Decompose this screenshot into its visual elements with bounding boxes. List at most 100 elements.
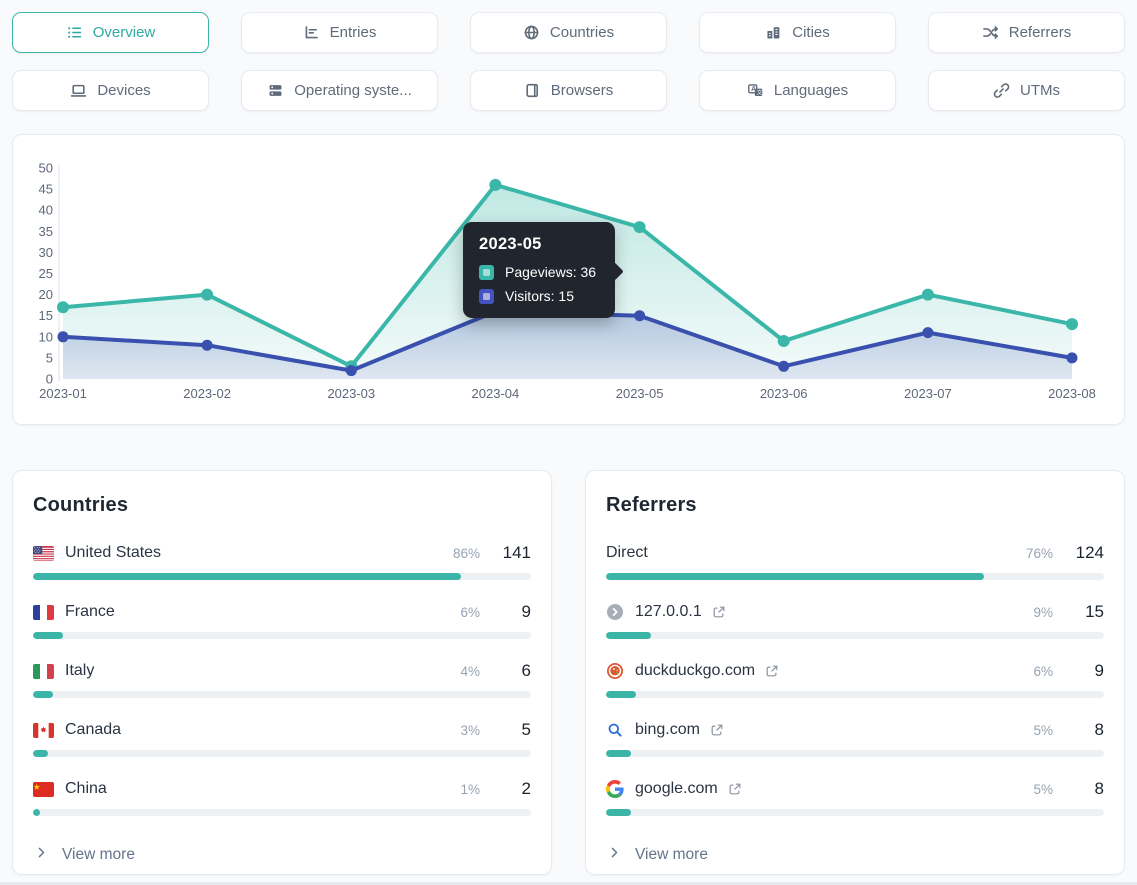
- row-count: 8: [1072, 779, 1104, 799]
- row-progress-fill: [606, 573, 984, 580]
- tab-referrers[interactable]: Referrers: [928, 12, 1125, 53]
- tab-devices[interactable]: Devices: [12, 70, 209, 111]
- tab-label: Browsers: [551, 82, 614, 99]
- row-progress-track: [606, 691, 1104, 698]
- referrer-row: google.com5%8: [606, 779, 1104, 816]
- row-percent: 86%: [453, 546, 480, 561]
- referrer-row: Direct76%124: [606, 543, 1104, 580]
- svg-text:2023-07: 2023-07: [904, 386, 952, 401]
- row-progress-fill: [33, 691, 53, 698]
- tab-countries[interactable]: Countries: [470, 12, 667, 53]
- svg-text:2023-06: 2023-06: [760, 386, 808, 401]
- country-row: China1%2: [33, 779, 531, 816]
- row-count: 141: [499, 543, 531, 563]
- row-progress-fill: [606, 750, 631, 757]
- svg-text:35: 35: [39, 224, 53, 239]
- row-label: United States: [65, 544, 161, 562]
- analytics-page: OverviewEntriesCountriesCitiesReferrers …: [0, 0, 1137, 885]
- tab-label: Entries: [330, 24, 377, 41]
- chart-tooltip: 2023-05 Pageviews: 36Visitors: 15: [463, 222, 615, 318]
- svg-text:5: 5: [46, 350, 53, 365]
- external-link-icon[interactable]: [728, 782, 742, 796]
- row-count: 124: [1072, 543, 1104, 563]
- svg-text:2023-01: 2023-01: [39, 386, 87, 401]
- external-link-icon[interactable]: [765, 664, 779, 678]
- china-flag-icon: [33, 782, 54, 797]
- tab-row-2: Devices Operating syste... Browsers A文Langu…: [12, 70, 1125, 111]
- countries-card-title: Countries: [33, 494, 531, 517]
- countries-icon: [523, 24, 540, 41]
- referrer-row: 127.0.0.19%15: [606, 602, 1104, 639]
- row-progress-fill: [606, 632, 651, 639]
- svg-text:2023-08: 2023-08: [1048, 386, 1096, 401]
- row-progress-fill: [606, 809, 631, 816]
- countries-view-more-link[interactable]: View more: [33, 846, 531, 864]
- view-more-label: View more: [62, 846, 135, 864]
- svg-text:2023-03: 2023-03: [327, 386, 375, 401]
- tab-label: Countries: [550, 24, 614, 41]
- row-progress-fill: [33, 632, 63, 639]
- tab-utms[interactable]: UTMs: [928, 70, 1125, 111]
- tooltip-title: 2023-05: [479, 235, 599, 254]
- svg-text:50: 50: [39, 161, 53, 176]
- browsers-icon: [524, 82, 541, 99]
- tab-cities[interactable]: Cities: [699, 12, 896, 53]
- google-favicon-icon: [606, 780, 624, 798]
- tab-label: Referrers: [1009, 24, 1072, 41]
- duckduckgo-favicon-icon: [606, 662, 624, 680]
- row-label: France: [65, 603, 115, 621]
- tab-languages[interactable]: A文Languages: [699, 70, 896, 111]
- pageviews-swatch-icon: [479, 265, 494, 280]
- tab-label: UTMs: [1020, 82, 1060, 99]
- svg-text:2023-05: 2023-05: [616, 386, 664, 401]
- row-label: bing.com: [635, 721, 700, 739]
- visitors-swatch-icon: [479, 289, 494, 304]
- tab-browsers[interactable]: Browsers: [470, 70, 667, 111]
- bing-favicon-icon: [606, 721, 624, 739]
- referrer-row: bing.com5%8: [606, 720, 1104, 757]
- svg-text:30: 30: [39, 245, 53, 260]
- referrers-view-more-link[interactable]: View more: [606, 846, 1104, 864]
- row-progress-track: [33, 750, 531, 757]
- tab-operating-systems[interactable]: Operating syste...: [241, 70, 438, 111]
- row-percent: 4%: [460, 664, 480, 679]
- svg-text:2023-04: 2023-04: [472, 386, 520, 401]
- chevron-right-icon: [608, 846, 621, 864]
- tab-row-1: Overview Entries Countries Cities Referrers: [12, 12, 1125, 53]
- row-progress-track: [606, 750, 1104, 757]
- utms-icon: [993, 82, 1010, 99]
- tab-label: Languages: [774, 82, 848, 99]
- external-link-icon[interactable]: [710, 723, 724, 737]
- svg-text:2023-02: 2023-02: [183, 386, 231, 401]
- italy-flag-icon: [33, 664, 54, 679]
- row-progress-track: [606, 573, 1104, 580]
- country-row: France6%9: [33, 602, 531, 639]
- external-link-icon[interactable]: [712, 605, 726, 619]
- row-percent: 76%: [1026, 546, 1053, 561]
- referrer-row: duckduckgo.com6%9: [606, 661, 1104, 698]
- tab-overview[interactable]: Overview: [12, 12, 209, 53]
- row-progress-fill: [606, 691, 636, 698]
- row-progress-track: [33, 632, 531, 639]
- row-percent: 9%: [1033, 605, 1053, 620]
- row-count: 9: [499, 602, 531, 622]
- row-progress-track: [33, 573, 531, 580]
- row-label: Italy: [65, 662, 94, 680]
- svg-text:25: 25: [39, 266, 53, 281]
- default-favicon-icon: [606, 603, 624, 621]
- row-label: google.com: [635, 780, 718, 798]
- overview-icon: [66, 24, 83, 41]
- tooltip-series-row: Pageviews: 36: [479, 264, 599, 280]
- row-count: 15: [1072, 602, 1104, 622]
- stat-cards: Countries United States86%141France6%9It…: [12, 470, 1125, 875]
- tooltip-series-label: Pageviews: 36: [505, 264, 596, 280]
- tab-entries[interactable]: Entries: [241, 12, 438, 53]
- row-progress-fill: [33, 809, 40, 816]
- country-row: United States 86% 141: [33, 543, 531, 580]
- row-label: Canada: [65, 721, 121, 739]
- overview-chart-card: 051015202530354045502023-012023-022023-0…: [12, 134, 1125, 425]
- referrers-card-title: Referrers: [606, 494, 1104, 517]
- row-percent: 6%: [1033, 664, 1053, 679]
- devices-icon: [70, 82, 87, 99]
- referrers-card: Referrers Direct76%124127.0.0.19%15duckd…: [585, 470, 1125, 875]
